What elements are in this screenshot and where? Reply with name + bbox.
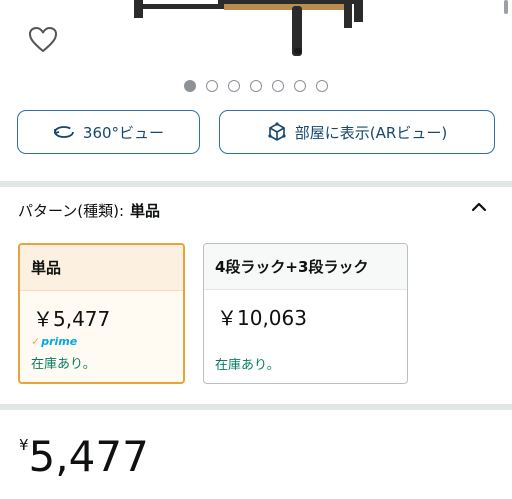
main-price: ¥5,477 xyxy=(19,432,149,481)
option-name: 単品 xyxy=(20,245,183,291)
carousel-dot[interactable] xyxy=(228,80,240,92)
pattern-label: パターン(種類): xyxy=(18,202,125,220)
option-name: 4段ラック+3段ラック xyxy=(204,244,407,290)
section-divider xyxy=(0,181,512,187)
product-image[interactable] xyxy=(128,0,368,56)
scrollbar-thumb[interactable] xyxy=(504,0,508,14)
carousel-dot[interactable] xyxy=(250,80,262,92)
prime-badge: ✓prime xyxy=(31,335,77,348)
pattern-header: パターン(種類): 単品 xyxy=(18,200,160,221)
price-amount: 5,477 xyxy=(28,432,149,481)
prime-label: prime xyxy=(41,335,78,348)
carousel-dot[interactable] xyxy=(294,80,306,92)
view-360-button[interactable]: 360°ビュー xyxy=(17,110,200,154)
view-360-label: 360°ビュー xyxy=(82,123,165,142)
pattern-option-set[interactable]: 4段ラック+3段ラック ￥10,063 在庫あり。 xyxy=(203,243,408,384)
prime-check-icon: ✓ xyxy=(31,335,41,348)
chevron-up-icon[interactable] xyxy=(469,199,489,215)
ar-view-button[interactable]: 部屋に表示(ARビュー) xyxy=(219,110,495,154)
option-price: ￥10,063 xyxy=(217,306,307,330)
ar-view-label: 部屋に表示(ARビュー) xyxy=(294,123,448,142)
carousel-dot[interactable] xyxy=(184,80,196,92)
option-stock-status: 在庫あり。 xyxy=(31,357,96,372)
ar-cube-icon xyxy=(268,122,286,141)
currency-symbol: ¥ xyxy=(19,436,29,454)
pattern-option-single[interactable]: 単品 ￥5,477 ✓prime 在庫あり。 xyxy=(18,243,185,384)
product-image-area[interactable] xyxy=(0,0,512,100)
pattern-selected-value: 単品 xyxy=(130,202,161,220)
image-carousel-dots xyxy=(0,80,512,92)
carousel-dot[interactable] xyxy=(206,80,218,92)
option-stock-status: 在庫あり。 xyxy=(215,358,280,373)
rotate-360-icon xyxy=(54,126,74,138)
section-divider xyxy=(0,404,512,410)
carousel-dot[interactable] xyxy=(316,80,328,92)
carousel-dot[interactable] xyxy=(272,80,284,92)
heart-icon[interactable] xyxy=(28,26,58,54)
option-price: ￥5,477 xyxy=(33,307,111,331)
